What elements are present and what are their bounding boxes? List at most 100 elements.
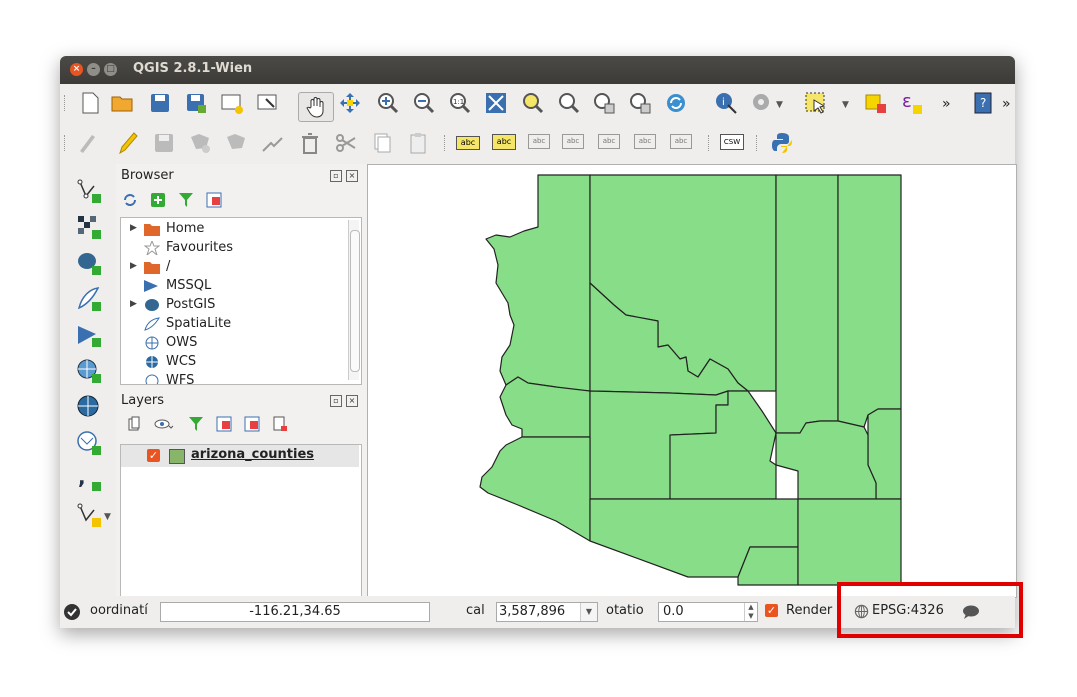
layers-float-button[interactable]: ▫ xyxy=(330,395,342,407)
remove-layer-icon[interactable] xyxy=(272,416,288,432)
save-edits-icon[interactable] xyxy=(152,131,176,155)
new-layer-dropdown-arrow[interactable]: ▼ xyxy=(104,512,111,522)
copy-features-icon[interactable] xyxy=(370,131,394,155)
current-edits-icon[interactable] xyxy=(76,131,100,155)
toggle-editing-icon[interactable] xyxy=(116,131,140,155)
layer-visibility-checkbox[interactable]: ✓ xyxy=(147,449,160,462)
label-options-icon[interactable]: abc xyxy=(492,134,516,150)
deselect-features-icon[interactable] xyxy=(864,91,888,115)
refresh-icon[interactable] xyxy=(664,91,688,115)
cut-features-icon[interactable] xyxy=(334,131,358,155)
select-dropdown-arrow[interactable]: ▼ xyxy=(842,100,849,110)
select-features-icon[interactable] xyxy=(804,91,828,115)
browser-float-button[interactable]: ▫ xyxy=(330,170,342,182)
node-tool-icon[interactable] xyxy=(260,131,284,155)
zoom-to-layer-icon[interactable] xyxy=(556,91,580,115)
rotation-stepper[interactable]: ▲ ▼ xyxy=(744,603,757,621)
browser-item-postgis[interactable]: PostGIS xyxy=(166,295,215,314)
add-spatialite-layer-icon[interactable] xyxy=(76,286,102,312)
browser-item-wfs[interactable]: WFS xyxy=(166,371,194,384)
minimize-window-button[interactable]: – xyxy=(87,63,100,76)
new-shapefile-layer-icon[interactable] xyxy=(76,502,102,528)
maximize-window-button[interactable]: □ xyxy=(104,63,117,76)
zoom-out-icon[interactable] xyxy=(412,91,436,115)
zoom-next-icon[interactable] xyxy=(628,91,652,115)
filter-legend-icon[interactable] xyxy=(188,416,204,432)
toolbar-grip[interactable] xyxy=(64,135,68,151)
toolbar-more-button-2[interactable]: » xyxy=(1002,96,1011,112)
zoom-full-icon[interactable] xyxy=(484,91,508,115)
add-delimited-text-layer-icon[interactable]: , xyxy=(76,466,102,492)
browser-item-root[interactable]: / xyxy=(166,257,170,276)
open-project-icon[interactable] xyxy=(110,91,134,115)
browser-item-wcs[interactable]: WCS xyxy=(166,352,196,371)
composer-manager-icon[interactable] xyxy=(256,91,280,115)
add-mssql-layer-icon[interactable] xyxy=(76,322,102,348)
add-wfs-layer-icon[interactable] xyxy=(76,430,102,456)
python-console-icon[interactable] xyxy=(770,131,794,155)
rotate-label-icon[interactable]: abc xyxy=(634,134,656,149)
toolbar-grip[interactable] xyxy=(64,95,68,111)
csw-icon[interactable]: CSW xyxy=(720,134,744,150)
toolbar-more-button[interactable]: » xyxy=(942,96,951,112)
help-icon[interactable]: ? xyxy=(972,91,996,115)
layer-labeling-icon[interactable]: abc xyxy=(456,136,480,150)
action-dropdown-arrow[interactable]: ▼ xyxy=(776,100,783,110)
browser-item-home[interactable]: Home xyxy=(166,219,204,238)
zoom-actual-size-icon[interactable]: 1:1 xyxy=(448,91,472,115)
new-project-icon[interactable] xyxy=(78,91,102,115)
scale-dropdown-arrow[interactable]: ▼ xyxy=(580,603,597,621)
refresh-icon[interactable] xyxy=(122,192,138,208)
browser-item-favourites[interactable]: Favourites xyxy=(166,238,233,257)
coordinate-field[interactable]: -116.21,34.65 xyxy=(160,602,430,622)
expand-arrow[interactable]: ▶ xyxy=(130,223,137,233)
close-window-button[interactable]: × xyxy=(70,63,83,76)
add-postgis-layer-icon[interactable] xyxy=(76,250,102,276)
delete-selected-icon[interactable] xyxy=(298,131,322,155)
new-print-composer-icon[interactable] xyxy=(220,91,244,115)
browser-item-ows[interactable]: OWS xyxy=(166,333,197,352)
toolbar-grip[interactable] xyxy=(708,135,712,151)
zoom-to-selection-icon[interactable] xyxy=(520,91,544,115)
add-group-icon[interactable] xyxy=(126,416,142,432)
browser-item-mssql[interactable]: MSSQL xyxy=(166,276,211,295)
expand-arrow[interactable]: ▶ xyxy=(130,299,137,309)
identify-icon[interactable]: i xyxy=(714,91,738,115)
toolbar-grip[interactable] xyxy=(444,135,448,151)
scrollbar-thumb[interactable] xyxy=(350,230,360,372)
move-feature-icon[interactable] xyxy=(224,131,248,155)
add-wcs-layer-icon[interactable] xyxy=(76,394,102,420)
filter-icon[interactable] xyxy=(178,192,194,208)
save-project-icon[interactable] xyxy=(148,91,172,115)
show-hide-labels-icon[interactable]: abc xyxy=(562,134,584,149)
expand-arrow[interactable]: ▶ xyxy=(130,261,137,271)
scale-combobox[interactable]: 3,587,896 ▼ xyxy=(496,602,598,622)
layer-row-arizona-counties[interactable]: ✓ arizona_counties xyxy=(121,445,359,467)
toolbar-grip[interactable] xyxy=(756,135,760,151)
zoom-in-icon[interactable] xyxy=(376,91,400,115)
render-checkbox[interactable]: ✓ xyxy=(765,604,778,617)
change-label-icon[interactable]: abc xyxy=(670,134,692,149)
messages-icon[interactable] xyxy=(63,603,81,621)
run-action-icon[interactable] xyxy=(750,91,774,115)
add-feature-icon[interactable] xyxy=(188,131,212,155)
rotation-spinbox[interactable]: 0.0 ▲ ▼ xyxy=(658,602,758,622)
save-as-icon[interactable] xyxy=(184,91,208,115)
zoom-last-icon[interactable] xyxy=(592,91,616,115)
collapse-all-icon[interactable] xyxy=(206,192,222,208)
browser-scrollbar[interactable] xyxy=(348,220,360,380)
add-raster-layer-icon[interactable] xyxy=(76,214,102,240)
browser-close-button[interactable]: × xyxy=(346,170,358,182)
pin-labels-icon[interactable]: abc xyxy=(528,134,550,149)
arizona-counties-map[interactable] xyxy=(368,165,1016,597)
pan-tool-button[interactable] xyxy=(298,92,334,122)
move-label-icon[interactable]: abc xyxy=(598,134,620,149)
layer-name[interactable]: arizona_counties xyxy=(191,447,314,462)
map-canvas[interactable] xyxy=(367,164,1017,598)
browser-item-spatialite[interactable]: SpatiaLite xyxy=(166,314,231,333)
add-wms-layer-icon[interactable] xyxy=(76,358,102,384)
expression-select-icon[interactable]: ε xyxy=(900,91,924,115)
paste-features-icon[interactable] xyxy=(406,131,430,155)
add-vector-layer-icon[interactable] xyxy=(76,178,102,204)
expand-all-icon[interactable] xyxy=(216,416,232,432)
